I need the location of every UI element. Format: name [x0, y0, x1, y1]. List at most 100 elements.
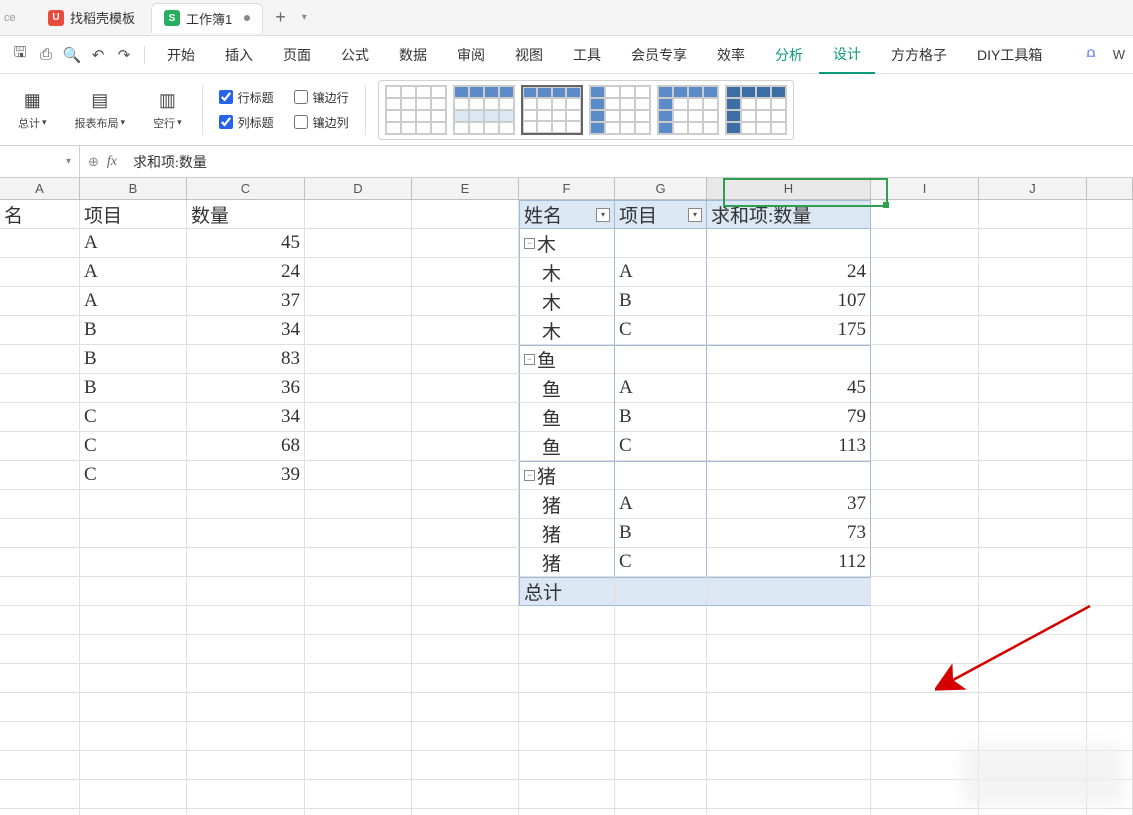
- cell[interactable]: [871, 490, 979, 519]
- cell[interactable]: [1087, 577, 1133, 606]
- cell[interactable]: [412, 258, 519, 287]
- cell[interactable]: [305, 258, 412, 287]
- cell[interactable]: [979, 490, 1087, 519]
- cell[interactable]: 83: [187, 345, 305, 374]
- cell[interactable]: [80, 664, 187, 693]
- cell[interactable]: [305, 461, 412, 490]
- cell[interactable]: 项目: [80, 200, 187, 229]
- cell[interactable]: [412, 577, 519, 606]
- cell[interactable]: [519, 606, 615, 635]
- cell[interactable]: [0, 577, 80, 606]
- cell[interactable]: [1087, 693, 1133, 722]
- tab-workbook[interactable]: S 工作簿1: [151, 3, 263, 33]
- ribbon-layout[interactable]: ▤ 报表布局 ▾: [67, 80, 134, 140]
- cell[interactable]: [615, 606, 707, 635]
- cell[interactable]: [871, 577, 979, 606]
- cell[interactable]: [187, 577, 305, 606]
- collapse-icon[interactable]: −: [524, 238, 535, 249]
- cell[interactable]: [519, 809, 615, 815]
- col-B[interactable]: B: [80, 178, 187, 199]
- cell[interactable]: 24: [187, 258, 305, 287]
- cell[interactable]: [519, 780, 615, 809]
- cell[interactable]: 37: [187, 287, 305, 316]
- cell[interactable]: C: [615, 548, 707, 577]
- cell[interactable]: [412, 316, 519, 345]
- cell[interactable]: [412, 229, 519, 258]
- cell[interactable]: 113: [707, 432, 871, 461]
- cell[interactable]: [0, 374, 80, 403]
- cell[interactable]: 鱼: [519, 432, 615, 461]
- cell[interactable]: 79: [707, 403, 871, 432]
- cell[interactable]: [0, 345, 80, 374]
- cell[interactable]: [412, 345, 519, 374]
- col-J[interactable]: J: [979, 178, 1087, 199]
- cell[interactable]: −猪: [519, 461, 615, 490]
- style-thumb-blue-col[interactable]: [589, 85, 651, 135]
- cell[interactable]: [305, 432, 412, 461]
- cell[interactable]: [707, 461, 871, 490]
- cell[interactable]: C: [80, 432, 187, 461]
- cell[interactable]: [871, 432, 979, 461]
- ribbon-blankrow[interactable]: ▥ 空行 ▾: [145, 80, 190, 140]
- cell[interactable]: [305, 316, 412, 345]
- cell[interactable]: [979, 519, 1087, 548]
- cell[interactable]: [305, 635, 412, 664]
- cell[interactable]: [412, 461, 519, 490]
- cell[interactable]: [519, 635, 615, 664]
- cell[interactable]: [305, 548, 412, 577]
- cell[interactable]: [80, 519, 187, 548]
- cell[interactable]: [412, 635, 519, 664]
- cell[interactable]: [0, 519, 80, 548]
- menu-view[interactable]: 视图: [501, 36, 557, 74]
- cell[interactable]: [979, 316, 1087, 345]
- cell[interactable]: [0, 316, 80, 345]
- col-H[interactable]: H: [707, 178, 871, 199]
- cell[interactable]: B: [80, 374, 187, 403]
- cell[interactable]: [979, 374, 1087, 403]
- cell[interactable]: [412, 606, 519, 635]
- cell[interactable]: [305, 664, 412, 693]
- cell[interactable]: [305, 722, 412, 751]
- cell[interactable]: 木: [519, 258, 615, 287]
- menu-design[interactable]: 设计: [819, 36, 875, 74]
- cell[interactable]: [0, 229, 80, 258]
- cell[interactable]: [187, 751, 305, 780]
- cell[interactable]: [979, 432, 1087, 461]
- cell[interactable]: [0, 635, 80, 664]
- cell[interactable]: [305, 606, 412, 635]
- cell[interactable]: 项目▾: [615, 200, 707, 229]
- cell[interactable]: [707, 577, 871, 606]
- cell[interactable]: [615, 809, 707, 815]
- cell[interactable]: [1087, 229, 1133, 258]
- print-button[interactable]: ⎙: [34, 43, 58, 67]
- chk-col-header[interactable]: 列标题: [219, 114, 274, 131]
- undo-button[interactable]: ↶: [86, 43, 110, 67]
- cell[interactable]: [1087, 519, 1133, 548]
- cell[interactable]: [871, 548, 979, 577]
- cell[interactable]: [1087, 809, 1133, 815]
- cell[interactable]: −鱼: [519, 345, 615, 374]
- cell[interactable]: [412, 693, 519, 722]
- cell[interactable]: [305, 490, 412, 519]
- col-F[interactable]: F: [519, 178, 615, 199]
- tab-template[interactable]: U 找稻壳模板: [36, 3, 147, 33]
- cell[interactable]: [871, 664, 979, 693]
- cell[interactable]: 木: [519, 287, 615, 316]
- cell[interactable]: [707, 606, 871, 635]
- cell[interactable]: −木: [519, 229, 615, 258]
- cell[interactable]: [871, 345, 979, 374]
- cell[interactable]: [871, 461, 979, 490]
- expand-icon[interactable]: ⊕: [88, 154, 99, 170]
- tab-menu-button[interactable]: ▾: [296, 12, 313, 23]
- cell[interactable]: [979, 229, 1087, 258]
- cell[interactable]: C: [615, 432, 707, 461]
- cell[interactable]: [871, 229, 979, 258]
- col-K[interactable]: [1087, 178, 1133, 199]
- cell[interactable]: [871, 519, 979, 548]
- chk-row-header[interactable]: 行标题: [219, 89, 274, 106]
- cell[interactable]: [187, 780, 305, 809]
- cell[interactable]: 木: [519, 316, 615, 345]
- cell[interactable]: [80, 606, 187, 635]
- cell[interactable]: [615, 751, 707, 780]
- cell[interactable]: [615, 229, 707, 258]
